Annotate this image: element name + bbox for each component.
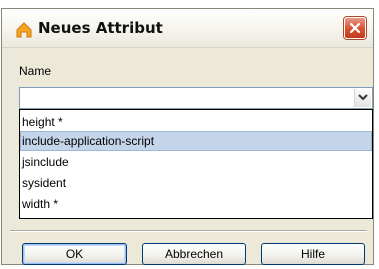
close-button[interactable] [344, 17, 366, 39]
list-item[interactable]: sysident [20, 173, 372, 193]
list-item[interactable]: height * [20, 112, 372, 132]
help-button[interactable]: Hilfe [261, 243, 365, 265]
name-label: Name [19, 64, 52, 78]
name-options-list[interactable]: height * include-application-script jsin… [19, 109, 373, 219]
cancel-button[interactable]: Abbrechen [142, 243, 246, 265]
button-separator [10, 230, 367, 232]
dialog-title: Neues Attribut [38, 19, 163, 37]
chevron-down-icon [358, 94, 368, 101]
close-icon [349, 22, 361, 34]
ok-button[interactable]: OK [22, 243, 127, 265]
app-icon [16, 22, 32, 38]
list-item[interactable]: jsinclude [20, 152, 372, 172]
list-item[interactable]: width * [20, 194, 372, 214]
new-attribute-dialog: Neues Attribut Name height * include-app… [1, 8, 374, 265]
dropdown-toggle-button[interactable] [354, 89, 371, 107]
name-combobox[interactable] [19, 87, 373, 109]
title-bar[interactable]: Neues Attribut [2, 9, 373, 48]
list-item-selected[interactable]: include-application-script [20, 131, 372, 151]
